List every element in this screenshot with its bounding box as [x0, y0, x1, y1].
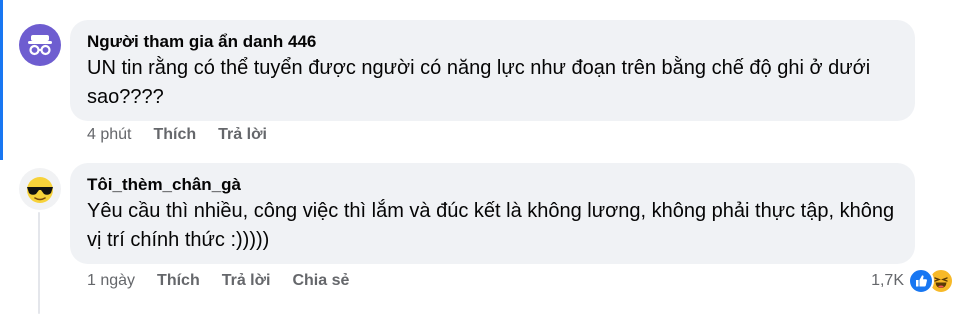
comment-actions: 1 ngày Thích Trả lời Chia sẻ [87, 272, 349, 290]
like-button[interactable]: Thích [157, 272, 200, 290]
reaction-count: 1,7K [871, 272, 904, 289]
sunglasses-emoji-avatar-icon [27, 177, 53, 203]
comment-author[interactable]: Tôi_thèm_chân_gà [87, 174, 899, 196]
like-button[interactable]: Thích [153, 126, 196, 144]
comment-text: UN tin rằng có thể tuyển được người có n… [87, 57, 871, 108]
comment-timestamp[interactable]: 1 ngày [87, 272, 135, 290]
reply-button[interactable]: Trả lời [218, 126, 267, 144]
reactions-summary[interactable]: 1,7K [871, 268, 954, 294]
comment-text: Yêu cầu thì nhiều, công việc thì lắm và … [87, 200, 895, 251]
comment-bubble: Tôi_thèm_chân_gà Yêu cầu thì nhiều, công… [70, 163, 915, 264]
reply-button[interactable]: Trả lời [222, 272, 271, 290]
reaction-icons [908, 268, 954, 294]
like-reaction-icon [908, 268, 934, 294]
comment-timestamp[interactable]: 4 phút [87, 126, 131, 144]
comment-bubble: Người tham gia ẩn danh 446 UN tin rằng c… [70, 20, 915, 121]
reply-thread-line [38, 212, 40, 314]
comment-author[interactable]: Người tham gia ẩn danh 446 [87, 31, 899, 53]
user-avatar[interactable] [19, 168, 61, 210]
anonymous-incognito-icon [28, 35, 52, 56]
active-thread-indicator [0, 0, 3, 160]
comment-actions: 4 phút Thích Trả lời [87, 126, 289, 144]
share-button[interactable]: Chia sẻ [292, 272, 349, 290]
anonymous-avatar[interactable] [19, 24, 61, 66]
